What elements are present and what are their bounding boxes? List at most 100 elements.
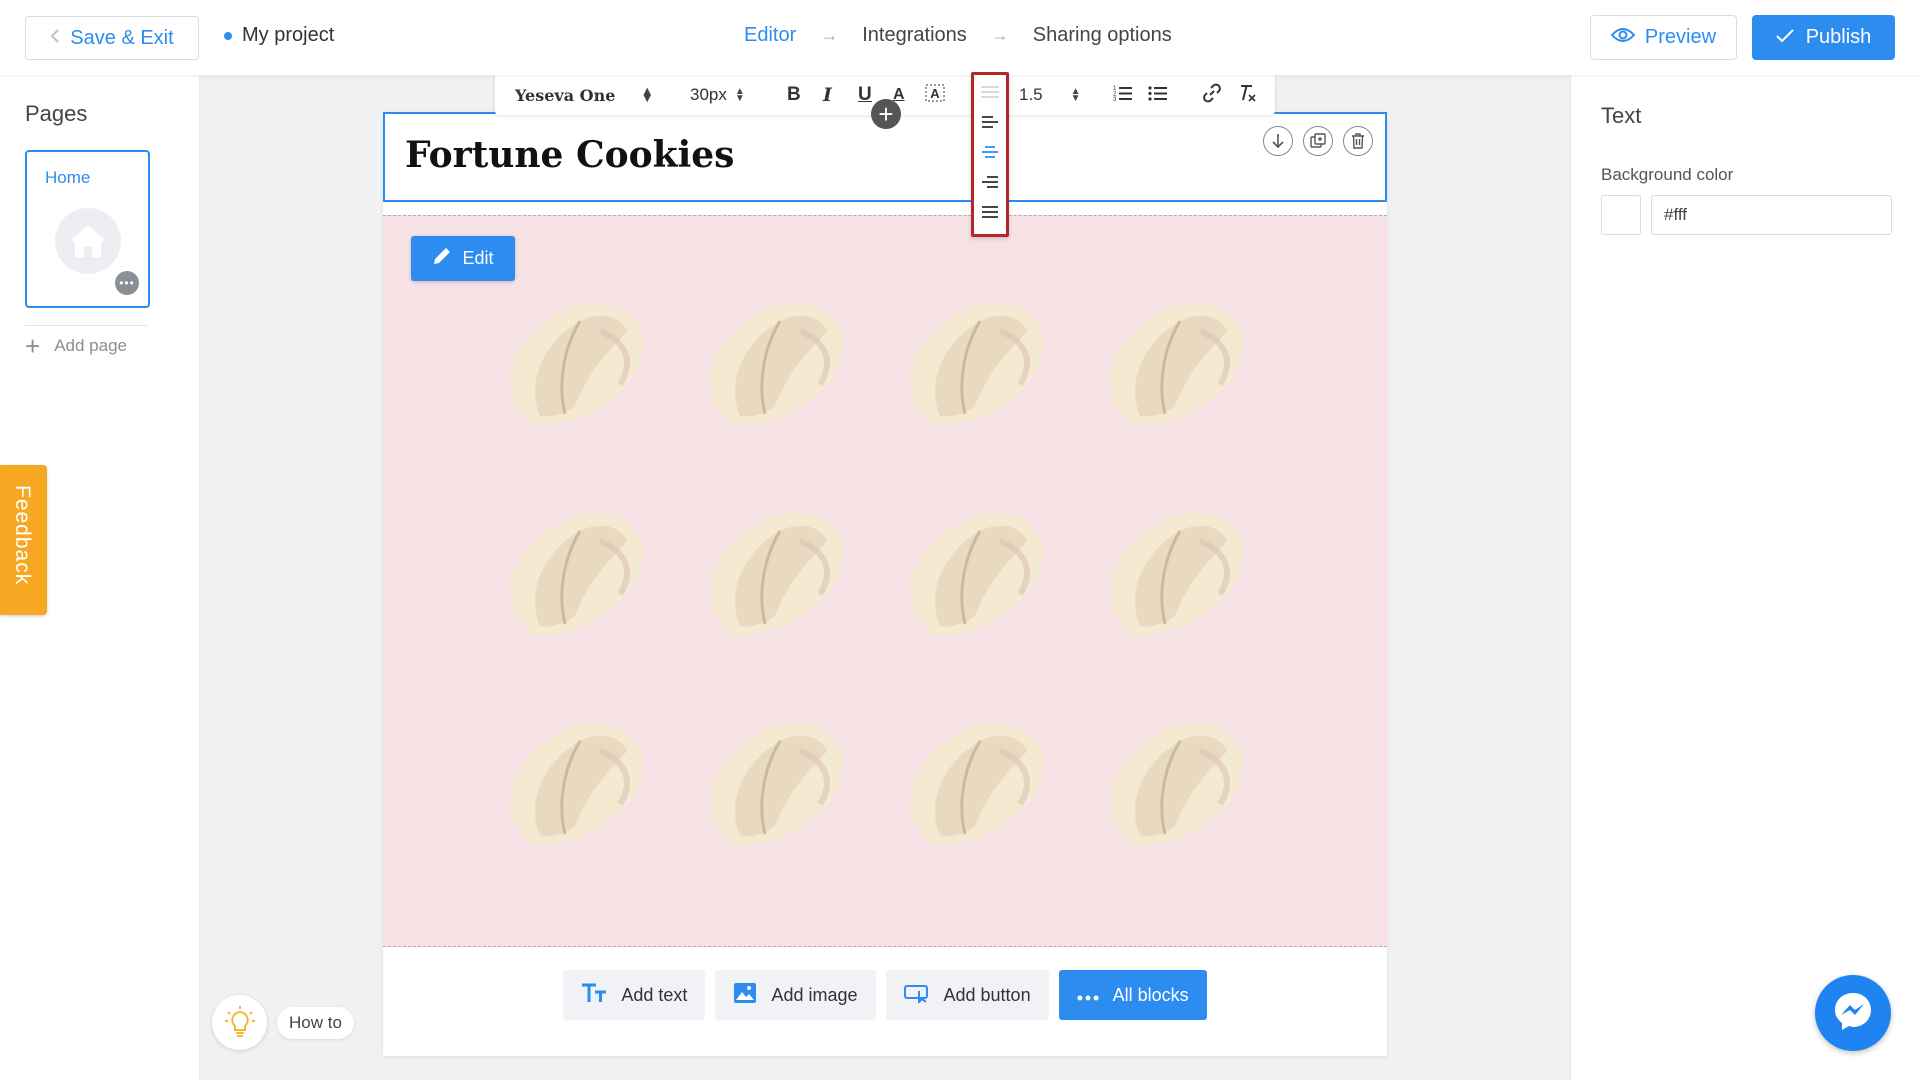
plus-icon: + [25,331,41,361]
background-color-label: Background color [1601,165,1734,184]
ordered-list-button[interactable]: 123 [1113,75,1133,115]
all-blocks-button[interactable]: All blocks [1058,970,1207,1020]
line-height-value: 1.5 [1019,85,1043,104]
align-center-icon [982,146,998,158]
font-family-select[interactable]: Yeseva One ▲ ▼ [515,75,651,115]
background-color-input[interactable] [1651,195,1892,235]
fortune-cookie-image [895,706,1063,856]
check-icon [1775,26,1794,49]
underline-button[interactable]: U [858,75,872,115]
feedback-tab[interactable]: Feedback [0,465,47,615]
save-exit-label: Save & Exit [70,26,174,49]
underline-icon: U [858,84,872,105]
add-image-button[interactable]: Add image [715,970,876,1020]
chevron-left-icon [50,27,60,50]
align-justify-option[interactable] [981,205,999,221]
add-image-label: Add image [771,984,858,1005]
fortune-cookie-image [495,706,663,856]
fortune-cookie-image [1095,496,1263,646]
clear-format-button[interactable] [1237,75,1257,115]
italic-button[interactable]: I [823,75,832,115]
align-none-icon [981,86,999,98]
add-page-button[interactable]: + Add page [25,333,127,359]
font-size-value: 30px [690,85,727,104]
arrow-right-icon: → [990,25,1009,45]
add-block-bar: Add text Add image Add button All blocks [383,970,1387,1020]
properties-panel: Text Background color [1570,75,1920,1080]
trash-icon [1352,133,1364,149]
align-right-option[interactable] [981,175,999,191]
project-label: My project [242,24,335,46]
cookie-pattern [495,286,1263,856]
font-family-value: Yeseva One [515,85,616,105]
publish-button[interactable]: Publish [1752,15,1895,60]
publish-label: Publish [1805,26,1872,48]
how-to-widget[interactable]: How to [212,995,354,1050]
align-justify-icon [982,206,998,218]
bold-icon: B [787,84,801,105]
arrow-down-icon [1272,134,1284,149]
align-none-option[interactable] [981,85,999,101]
fortune-cookie-image [495,286,663,436]
updown-icon: ▲ ▼ [643,86,652,104]
page-heading[interactable]: Fortune Cookies [405,134,734,176]
all-blocks-label: All blocks [1112,984,1189,1005]
font-size-select[interactable]: 30px ▲ ▼ [690,75,745,115]
how-to-label: How to [277,1006,354,1039]
eye-icon [1610,26,1636,49]
edit-image-button[interactable]: Edit [411,236,515,281]
delete-block-button[interactable] [1343,126,1373,156]
highlight-button[interactable]: A [925,75,945,115]
page-card-label: Home [45,168,91,187]
add-text-button[interactable]: Add text [563,970,706,1020]
bold-button[interactable]: B [787,75,801,115]
step-editor[interactable]: Editor [744,24,796,47]
clear-format-icon [1237,83,1257,108]
fortune-cookie-image [495,496,663,646]
page-more-icon[interactable]: ••• [115,271,139,295]
align-right-icon [982,176,998,188]
duplicate-block-button[interactable] [1303,126,1333,156]
align-left-icon [982,116,998,128]
divider [25,325,147,326]
bullet-list-button[interactable] [1148,75,1168,115]
line-height-select[interactable]: 1.5 ▲ ▼ [1019,75,1081,115]
add-button-button[interactable]: Add button [885,970,1049,1020]
image-block[interactable]: Edit [383,215,1387,947]
background-color-swatch[interactable] [1601,195,1641,235]
page-card-home[interactable]: Home ••• [25,150,150,308]
messenger-icon [1832,990,1874,1037]
properties-title: Text [1601,103,1642,128]
image-icon [733,982,757,1009]
edit-label: Edit [462,248,494,268]
project-dot [224,31,232,40]
fortune-cookie-image [1095,286,1263,436]
add-page-label: Add page [54,336,127,355]
align-center-option[interactable] [981,145,999,161]
text-icon [581,982,607,1009]
add-button-label: Add button [943,984,1031,1005]
project-name[interactable]: My project [224,24,334,47]
move-down-button[interactable] [1263,126,1293,156]
align-dropdown [971,72,1009,237]
align-left-option[interactable] [981,115,999,131]
add-block-above-button[interactable]: + [871,99,901,129]
lightbulb-icon [212,995,267,1050]
italic-icon: I [823,84,832,106]
home-icon [55,208,121,274]
updown-icon: ▲ ▼ [1070,86,1081,104]
fortune-cookie-image [695,496,863,646]
fortune-cookie-image [895,286,1063,436]
link-icon [1202,83,1222,108]
step-integrations[interactable]: Integrations [862,24,967,47]
feedback-label: Feedback [11,485,34,586]
more-icon [1077,985,1099,1006]
block-actions [1263,126,1373,156]
link-button[interactable] [1202,75,1222,115]
step-sharing-options[interactable]: Sharing options [1033,24,1172,47]
fortune-cookie-image [695,706,863,856]
save-exit-button[interactable]: Save & Exit [25,16,199,60]
plus-icon: + [878,99,894,129]
preview-button[interactable]: Preview [1590,15,1737,60]
messenger-chat-button[interactable] [1815,975,1891,1051]
